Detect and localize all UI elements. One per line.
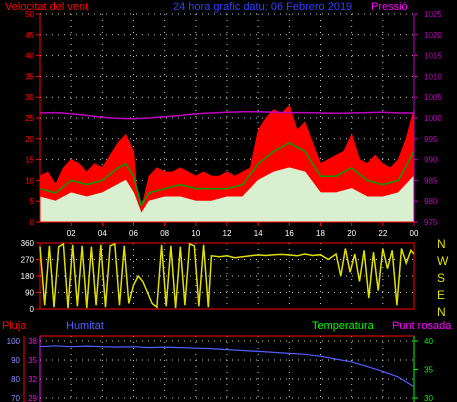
x-tick-label: 22: [378, 229, 387, 238]
x-tick-label: 14: [254, 229, 263, 238]
humidity-tick-label: 80: [11, 375, 20, 384]
y-left-tick-label: 40: [25, 52, 34, 61]
direction-y-tick-label: 0: [30, 305, 35, 314]
y-left-tick-label: 30: [25, 93, 34, 102]
temperature-tick-label: 35: [424, 366, 433, 375]
dewpoint-tick-label: 32: [28, 375, 37, 384]
direction-label-e: E: [437, 288, 445, 302]
x-tick-label: 10: [191, 229, 200, 238]
y-left-tick-label: 45: [25, 31, 34, 40]
dewpoint-tick-label: 29: [28, 394, 37, 402]
y-right-tick-label: 995: [424, 135, 438, 144]
direction-label-n-top: N: [437, 237, 446, 251]
temperature-legend: Temperatura: [312, 320, 375, 332]
y-right-tick-label: 980: [424, 197, 438, 206]
direction-label-s: S: [437, 271, 445, 285]
y-left-tick-label: 20: [25, 135, 34, 144]
temperature-tick-label: 30: [424, 394, 433, 402]
temperature-tick-label: 40: [424, 337, 433, 346]
y-left-tick-label: 25: [25, 114, 34, 123]
x-tick-label: 04: [98, 229, 107, 238]
dewpoint-legend: Punt rosada: [392, 320, 452, 332]
x-tick-label: 08: [160, 229, 169, 238]
direction-y-tick-label: 360: [21, 239, 35, 248]
direction-label-w: W: [437, 254, 449, 268]
x-tick-label: 18: [316, 229, 325, 238]
x-tick-label: 06: [129, 229, 138, 238]
wind-speed-title: Velocitat del vent: [5, 1, 88, 13]
y-right-tick-label: 1000: [424, 114, 442, 123]
x-tick-label: 02: [67, 229, 76, 238]
y-right-tick-label: 1015: [424, 52, 442, 61]
weather-chart-canvas: Velocitat del vent 24 hora grafic datu: …: [0, 0, 457, 402]
y-left-tick-label: 35: [25, 72, 34, 81]
y-right-tick-label: 1010: [424, 72, 442, 81]
rain-legend: Pluja: [2, 320, 27, 332]
y-left-tick-label: 0: [30, 218, 35, 227]
dewpoint-tick-label: 38: [28, 337, 37, 346]
x-tick-label: 20: [347, 229, 356, 238]
direction-y-tick-label: 90: [25, 289, 34, 298]
x-tick-label: 12: [223, 229, 232, 238]
x-tick-label: 16: [285, 229, 294, 238]
humidity-tick-label: 70: [11, 394, 20, 402]
direction-y-tick-label: 270: [21, 256, 35, 265]
y-right-tick-label: 985: [424, 176, 438, 185]
y-right-tick-label: 990: [424, 156, 438, 165]
dewpoint-tick-label: 35: [28, 356, 37, 365]
y-right-tick-label: 1025: [424, 10, 442, 19]
y-right-tick-label: 975: [424, 218, 438, 227]
y-left-tick-label: 5: [30, 197, 35, 206]
y-right-tick-label: 1005: [424, 93, 442, 102]
x-tick-label: 00: [410, 229, 419, 238]
pressure-title: Pressió: [371, 1, 408, 13]
direction-y-tick-label: 180: [21, 272, 35, 281]
y-left-tick-label: 15: [25, 156, 34, 165]
humidity-tick-label: 100: [7, 337, 21, 346]
y-right-tick-label: 1020: [424, 31, 442, 40]
direction-label-n-bottom: N: [437, 305, 446, 319]
y-left-tick-label: 50: [25, 10, 34, 19]
y-left-tick-label: 10: [25, 176, 34, 185]
humidity-legend: Humitat: [66, 320, 104, 332]
chart-title: 24 hora grafic datu: 06 Febrero 2019: [173, 1, 352, 13]
humidity-tick-label: 90: [11, 356, 20, 365]
